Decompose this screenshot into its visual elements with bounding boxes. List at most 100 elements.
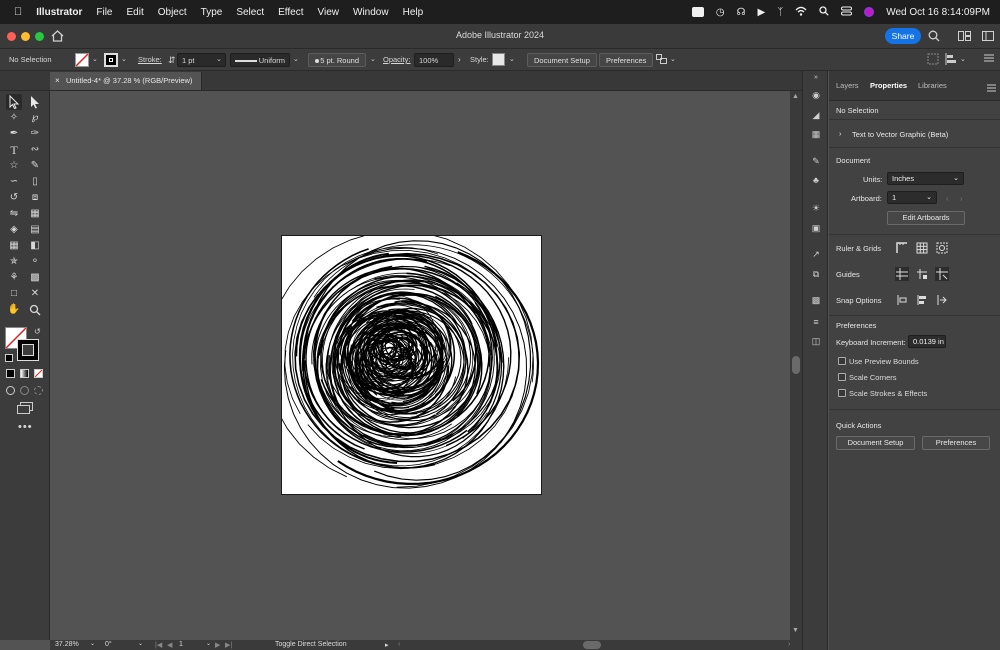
rotate-tool-icon[interactable]: ↺ (6, 190, 22, 206)
swap-fill-stroke-icon[interactable]: ↺ (34, 327, 41, 336)
blend-tool-icon[interactable]: ⚬ (27, 254, 43, 270)
scale-tool-icon[interactable]: ⧈ (27, 190, 43, 206)
arrange-documents-icon[interactable] (958, 31, 971, 43)
pen-tool-icon[interactable]: ✒ (6, 126, 22, 142)
collapse-dock-icon[interactable]: » (810, 73, 822, 83)
menu-object[interactable]: Object (158, 7, 187, 18)
gradient-tool-icon[interactable]: ◧ (27, 238, 43, 254)
scale-strokes-effects-label[interactable]: Scale Strokes & Effects (849, 389, 927, 398)
selection-tool-icon[interactable] (6, 94, 22, 110)
hand-tool-icon[interactable]: ✋ (6, 302, 22, 318)
artboard-dropdown[interactable]: 1 ⌄ (887, 191, 937, 204)
color-panel-icon[interactable]: ◉ (810, 90, 822, 100)
rotation-chevron-icon[interactable]: ⌄ (138, 640, 143, 647)
status-menu-icon[interactable]: ▸ (385, 641, 389, 649)
paintbrush-tool-icon[interactable]: ✎ (27, 158, 43, 174)
stroke-weight-chevron-icon[interactable]: ⌄ (216, 53, 222, 67)
play-icon[interactable]: ▶ (758, 7, 766, 18)
status-text[interactable]: Toggle Direct Selection (275, 641, 347, 648)
brush-definition[interactable]: 5 pt. Round (308, 53, 366, 67)
vertical-scroll-up-icon[interactable]: ▲ (792, 93, 799, 100)
use-preview-bounds-checkbox[interactable] (838, 357, 846, 365)
menu-help[interactable]: Help (403, 7, 424, 18)
stroke-swatch[interactable] (104, 53, 118, 67)
rulers-icon[interactable] (896, 242, 908, 254)
spotlight-search-icon[interactable] (819, 5, 829, 19)
units-dropdown[interactable]: Inches ⌄ (887, 172, 964, 185)
tab-properties[interactable]: Properties (870, 81, 907, 90)
grid-icon[interactable] (916, 242, 928, 254)
type-tool-icon[interactable]: T (6, 142, 22, 158)
workspace-switcher-icon[interactable] (982, 31, 994, 43)
horizontal-scroll-left-icon[interactable]: ‹ (398, 641, 400, 648)
menu-effect[interactable]: Effect (278, 7, 303, 18)
siri-icon[interactable] (864, 7, 875, 17)
horizontal-scroll-thumb[interactable] (583, 641, 601, 649)
arrange-icon[interactable] (656, 53, 668, 67)
search-icon[interactable] (928, 30, 940, 44)
tab-libraries[interactable]: Libraries (918, 81, 947, 90)
scale-corners-label[interactable]: Scale Corners (849, 373, 897, 382)
export-panel-icon[interactable]: ↗ (810, 249, 822, 259)
horizontal-scroll-right-icon[interactable]: › (788, 641, 790, 648)
appearance-panel-icon[interactable]: ☀ (810, 203, 822, 213)
artboard[interactable] (281, 235, 542, 495)
column-graph-tool-icon[interactable]: ▩ (27, 270, 43, 286)
smart-guides-icon[interactable] (935, 267, 949, 281)
lock-guides-icon[interactable] (916, 268, 928, 280)
menu-view[interactable]: View (318, 7, 340, 18)
lasso-tool-icon[interactable]: ℘ (27, 110, 43, 126)
stroke-stepper-icon[interactable]: ⇵ (168, 53, 176, 67)
color-guide-icon[interactable]: ◢ (810, 110, 822, 120)
magic-wand-tool-icon[interactable]: ✧ (6, 110, 22, 126)
artboard-nav-chevron-icon[interactable]: ⌄ (206, 640, 211, 647)
menu-edit[interactable]: Edit (127, 7, 144, 18)
scale-strokes-effects-checkbox[interactable] (838, 389, 846, 397)
artboard-tool-icon[interactable]: □ (6, 286, 22, 302)
wifi-icon[interactable] (795, 6, 807, 19)
arrange-chevron-icon[interactable]: ⌄ (670, 53, 676, 67)
align-chevron-icon[interactable]: ⌄ (960, 53, 966, 67)
align-panel-icon[interactable]: ≡ (810, 317, 822, 327)
star-tool-icon[interactable]: ☆ (6, 158, 22, 174)
snap-to-pixel-icon[interactable] (916, 294, 928, 306)
edit-artboards-button[interactable]: Edit Artboards (887, 211, 965, 225)
menu-app-name[interactable]: Illustrator (36, 7, 82, 18)
fill-dropdown-chevron-icon[interactable]: ⌄ (92, 53, 98, 67)
previous-artboard-arrow-icon[interactable]: ‹ (946, 194, 949, 203)
next-artboard-arrow-icon[interactable]: › (960, 194, 963, 203)
draw-inside-icon[interactable] (34, 386, 43, 395)
menu-window[interactable]: Window (353, 7, 389, 18)
cc-notification-icon[interactable] (691, 7, 704, 17)
profile-chevron-icon[interactable]: ⌄ (293, 53, 299, 67)
align-icon[interactable] (945, 53, 957, 67)
show-guides-icon[interactable] (895, 267, 909, 281)
document-setup-button[interactable]: Document Setup (527, 53, 597, 67)
time-machine-icon[interactable]: ◷ (716, 7, 725, 18)
edit-toolbar-icon[interactable]: ••• (18, 421, 33, 433)
graphic-style-swatch[interactable] (492, 53, 505, 66)
panel-options-icon[interactable] (987, 84, 996, 94)
bluetooth-icon[interactable]: ᛉ (777, 7, 783, 18)
perspective-grid-tool-icon[interactable]: ▤ (27, 222, 43, 238)
shape-builder-tool-icon[interactable]: ◈ (6, 222, 22, 238)
brush-chevron-icon[interactable]: ⌄ (370, 53, 376, 67)
clock-datetime[interactable]: Wed Oct 16 8:14:09PM (886, 7, 990, 18)
tab-layers[interactable]: Layers (836, 81, 859, 90)
first-artboard-icon[interactable]: |◀ (155, 641, 162, 649)
slice-tool-icon[interactable]: ✕ (27, 286, 43, 302)
apple-icon[interactable]:  (14, 6, 22, 18)
menu-select[interactable]: Select (236, 7, 264, 18)
artboard-navigation-field[interactable]: 1 (179, 641, 183, 648)
use-preview-bounds-label[interactable]: Use Preview Bounds (849, 357, 919, 366)
isolate-icon[interactable] (927, 53, 939, 67)
direct-selection-tool-icon[interactable] (27, 94, 43, 110)
shaper-tool-icon[interactable]: ∽ (6, 174, 22, 190)
vertical-scroll-down-icon[interactable]: ▼ (792, 627, 799, 634)
control-center-icon[interactable] (841, 6, 853, 19)
headphones-icon[interactable]: ☊ (737, 7, 746, 18)
style-chevron-icon[interactable]: ⌄ (509, 53, 515, 67)
draw-normal-icon[interactable] (6, 386, 15, 395)
stroke-dropdown-chevron-icon[interactable]: ⌄ (121, 53, 127, 67)
stroke-color-indicator[interactable] (17, 339, 39, 361)
